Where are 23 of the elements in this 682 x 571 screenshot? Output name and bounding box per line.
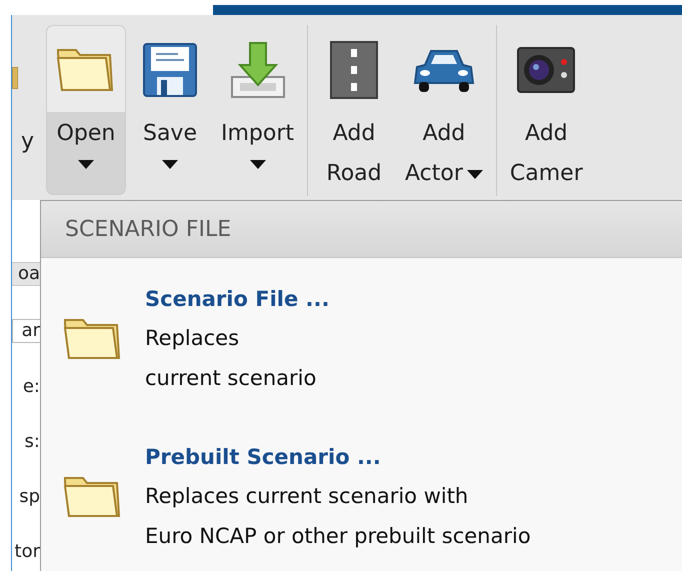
toolbar-button[interactable]: Import xyxy=(214,25,302,195)
toolbar-button[interactable]: Save xyxy=(130,25,210,195)
panel-text: oa xyxy=(12,262,40,286)
menu-header: SCENARIO FILE xyxy=(41,201,682,258)
toolbar-button[interactable]: Open xyxy=(46,25,126,195)
menu-item[interactable]: Prebuilt Scenario ... Replaces current scenario with Euro NCAP or other prebuilt scenario xyxy=(41,416,682,571)
panel-text: s: xyxy=(24,431,40,453)
toolbar-button[interactable]: Add Road xyxy=(314,25,394,195)
toolbar-label[interactable]: y xyxy=(20,129,34,154)
folder-icon xyxy=(63,318,121,360)
camera-icon xyxy=(517,47,576,93)
panel-text: sp xyxy=(19,486,40,508)
road-icon xyxy=(330,41,378,99)
panel-text: tor xyxy=(14,541,40,563)
panel-text: ar xyxy=(12,319,40,343)
toolbar-button[interactable]: Add Camer xyxy=(502,25,590,195)
panel-text: e: xyxy=(22,376,40,398)
folder-icon xyxy=(56,48,116,92)
menu-item[interactable]: Scenario File ... Replaces current scenario xyxy=(41,258,682,416)
car-icon xyxy=(412,47,475,93)
download-arrow-icon xyxy=(230,41,286,99)
toolbar-button[interactable]: Add Actor xyxy=(398,25,490,195)
folder-icon xyxy=(63,476,121,518)
